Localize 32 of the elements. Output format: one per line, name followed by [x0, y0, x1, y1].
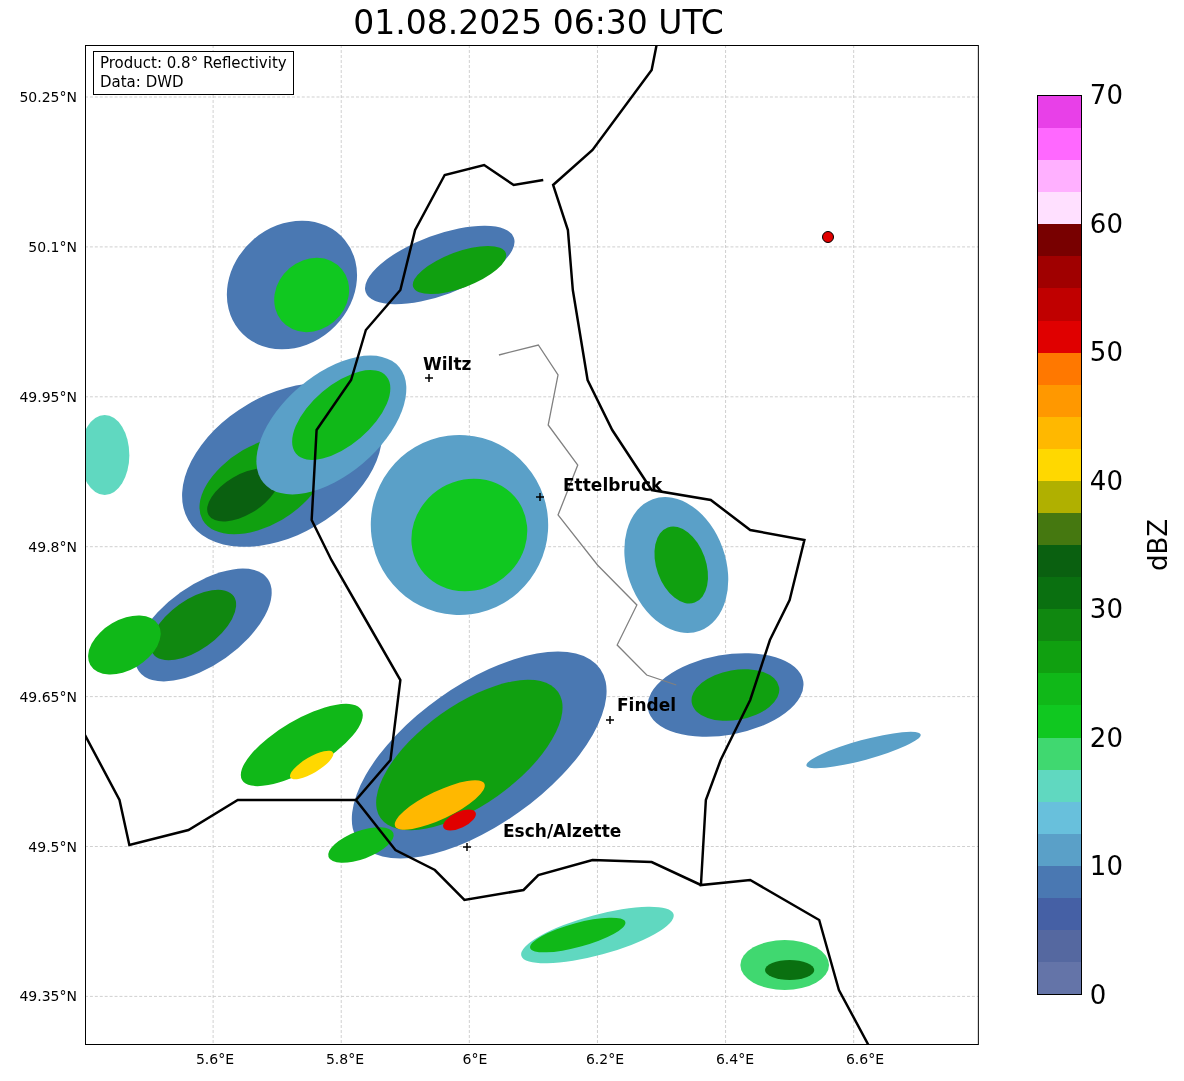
city-marker-icon [536, 493, 544, 501]
colorbar-label: dBZ [1142, 518, 1173, 572]
colorbar-tick-label: 60 [1089, 208, 1123, 239]
latitude-tick-label: 49.95°N [19, 387, 77, 406]
legend-text: Product: 0.8° Reflectivity [100, 54, 287, 73]
colorbar-tick-label: 70 [1089, 80, 1123, 110]
longitude-tick-label: 5.8°E [325, 1051, 365, 1067]
colorbar-tick-label: 40 [1089, 465, 1123, 496]
legend-text: Data: DWD [100, 73, 185, 92]
city-label: Esch/Alzette [503, 821, 622, 841]
longitude-tick-label: 5.6°E [195, 1051, 235, 1067]
station-marker-icon [821, 230, 835, 244]
longitude-tick-label: 6.2°E [585, 1051, 625, 1067]
colorbar-tick-label: 20 [1089, 722, 1123, 753]
latitude-tick-label: 49.35°N [19, 987, 77, 1006]
latitude-tick-label: 50.25°N [19, 88, 77, 106]
longitude-tick-label: 6°E [462, 1051, 488, 1067]
colorbar-tick-label: 30 [1089, 594, 1123, 625]
latitude-tick-label: 50.1°N [28, 237, 77, 256]
longitude-tick-label: 6.4°E [715, 1051, 755, 1067]
latitude-tick-label: 49.65°N [19, 687, 77, 706]
colorbar-tick-label: 50 [1089, 337, 1123, 368]
latitude-tick-label: 49.5°N [28, 837, 77, 856]
city-marker-icon [425, 374, 433, 382]
city-marker-icon [606, 716, 614, 724]
colorbar-tick-label: 10 [1089, 851, 1123, 882]
city-marker-icon [463, 843, 471, 851]
city-label: Wiltz [423, 354, 472, 374]
colorbar-tick-label: 0 [1089, 980, 1107, 1010]
longitude-tick-label: 6.6°E [845, 1051, 885, 1067]
latitude-tick-label: 49.8°N [28, 537, 77, 556]
chart-title: 01.08.2025 06:30 UTC [353, 3, 724, 42]
